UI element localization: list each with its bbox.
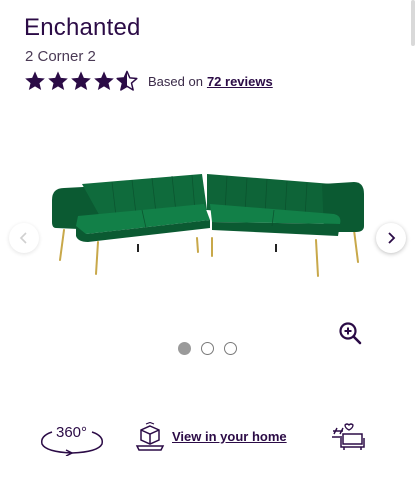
room-planner-icon[interactable] bbox=[331, 422, 365, 452]
chevron-right-icon bbox=[388, 232, 396, 244]
star-icon bbox=[71, 71, 91, 90]
gallery-dot-3[interactable] bbox=[224, 342, 237, 355]
scrollbar[interactable] bbox=[411, 0, 415, 46]
product-title: Enchanted bbox=[24, 14, 141, 41]
product-actions: 360° View in your home bbox=[0, 418, 416, 458]
product-gallery bbox=[0, 108, 416, 333]
gallery-prev-button[interactable] bbox=[9, 223, 39, 253]
gallery-dot-1[interactable] bbox=[178, 342, 191, 355]
based-on-label: Based on bbox=[148, 73, 203, 89]
product-image bbox=[52, 174, 364, 277]
star-icon bbox=[48, 71, 68, 90]
ar-cube-icon bbox=[135, 422, 165, 451]
gallery-pagination bbox=[178, 342, 237, 355]
product-subtitle: 2 Corner 2 bbox=[25, 48, 96, 65]
star-icon bbox=[94, 71, 114, 90]
zoom-in-icon[interactable] bbox=[338, 321, 362, 345]
half-star-icon bbox=[116, 70, 138, 91]
view-360-label: 360° bbox=[56, 424, 88, 441]
view-360-button[interactable]: 360° bbox=[38, 422, 106, 456]
gallery-dot-2[interactable] bbox=[201, 342, 214, 355]
reviews-link[interactable]: 72 reviews bbox=[207, 74, 273, 89]
view-in-your-home-link[interactable]: View in your home bbox=[172, 429, 287, 444]
star-rating bbox=[24, 70, 138, 92]
gallery-next-button[interactable] bbox=[376, 223, 406, 253]
chevron-left-icon bbox=[19, 232, 27, 244]
star-icon bbox=[25, 71, 45, 90]
rating-row: Based on 72 reviews bbox=[24, 69, 273, 93]
